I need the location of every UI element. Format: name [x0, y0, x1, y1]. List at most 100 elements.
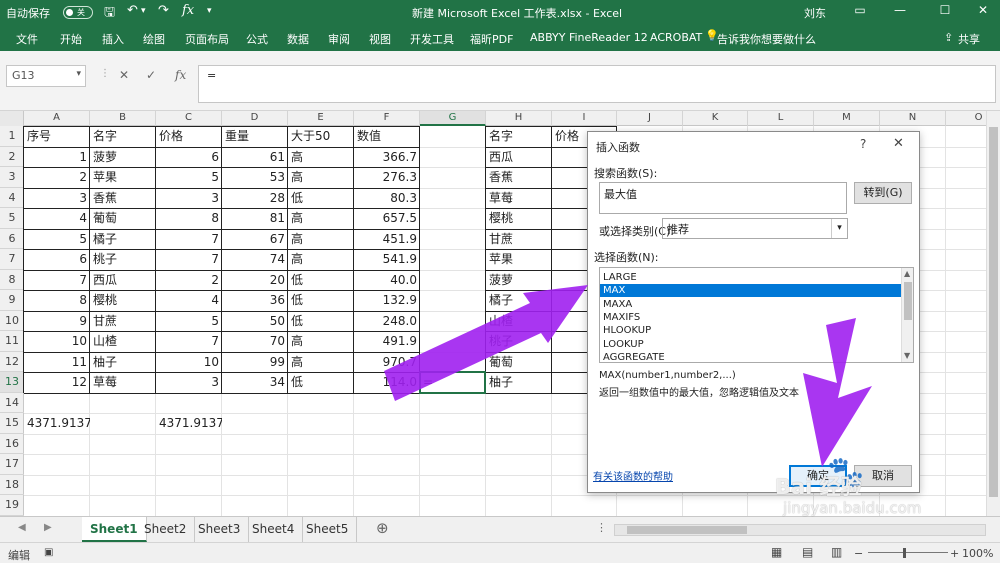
column-header-E[interactable]: E	[288, 111, 354, 126]
zoom-out-icon[interactable]: −	[854, 547, 863, 560]
table-cell[interactable]: 低	[288, 372, 354, 392]
tab-2[interactable]: 插入	[102, 31, 124, 47]
table-cell[interactable]: 香蕉	[486, 167, 552, 187]
confirm-entry-icon[interactable]: ✓	[146, 68, 156, 82]
table-cell[interactable]: 橘子	[90, 229, 156, 249]
table-cell[interactable]: 1	[24, 147, 90, 167]
column-header-L[interactable]: L	[748, 111, 814, 126]
cell-c15[interactable]: 4371.9137	[156, 413, 222, 433]
table-cell[interactable]: 草莓	[90, 372, 156, 392]
table-cell[interactable]: 桃子	[486, 331, 552, 351]
table-cell[interactable]: 苹果	[90, 167, 156, 187]
insert-function-button[interactable]: fx	[175, 68, 186, 82]
table-cell[interactable]: 高	[288, 352, 354, 372]
user-name[interactable]: 刘东	[804, 5, 826, 21]
table-cell[interactable]: 低	[288, 290, 354, 310]
table-cell[interactable]: 67	[222, 229, 288, 249]
table-cell[interactable]: 657.5	[354, 208, 420, 228]
ribbon-options-icon[interactable]: ▭	[845, 3, 875, 17]
chevron-down-icon[interactable]: ▾	[76, 69, 81, 79]
tab-13[interactable]: 告诉我你想要做什么	[717, 31, 816, 47]
table-cell[interactable]: 低	[288, 188, 354, 208]
row-header-12[interactable]: 12	[0, 352, 24, 372]
column-header-H[interactable]: H	[486, 111, 552, 126]
tab-11[interactable]: ABBYY FineReader 12	[530, 31, 648, 44]
chevron-down-icon[interactable]: ▾	[831, 219, 847, 238]
table-cell[interactable]: 高	[288, 167, 354, 187]
table-cell[interactable]: 高	[288, 208, 354, 228]
table-cell[interactable]: 葡萄	[90, 208, 156, 228]
table-cell[interactable]: 3	[156, 372, 222, 392]
table-cell[interactable]: 541.9	[354, 249, 420, 269]
column-header-D[interactable]: D	[222, 111, 288, 126]
tab-0[interactable]: 文件	[16, 31, 38, 47]
function-item-max[interactable]: MAX	[600, 284, 902, 298]
table-cell[interactable]: 970.7	[354, 352, 420, 372]
column-header-M[interactable]: M	[814, 111, 880, 126]
category-select[interactable]: 推荐 ▾	[662, 218, 848, 239]
table-cell[interactable]: 8	[24, 290, 90, 310]
scroll-down-icon[interactable]: ▼	[904, 351, 910, 360]
customize-qat-icon[interactable]: ▾	[207, 6, 212, 16]
share-button[interactable]: 共享	[958, 31, 980, 47]
row-header-2[interactable]: 2	[0, 147, 24, 167]
row-header-4[interactable]: 4	[0, 188, 24, 208]
sheet-tab-sheet3[interactable]: Sheet3	[190, 517, 250, 542]
normal-view-icon[interactable]: ▦	[771, 545, 782, 559]
header-cell[interactable]: 数值	[354, 126, 420, 146]
row-header-11[interactable]: 11	[0, 331, 24, 352]
column-header-I[interactable]: I	[552, 111, 617, 126]
table-cell[interactable]: 6	[156, 147, 222, 167]
header-cell[interactable]: 名字	[486, 126, 552, 146]
horizontal-scroll-thumb[interactable]	[627, 526, 747, 534]
function-list-scroll-thumb[interactable]	[904, 282, 912, 320]
table-cell[interactable]: 8	[156, 208, 222, 228]
column-header-O[interactable]: O	[946, 111, 986, 126]
table-cell[interactable]: 132.9	[354, 290, 420, 310]
header-cell[interactable]: 名字	[90, 126, 156, 146]
table-cell[interactable]: 3	[156, 188, 222, 208]
table-cell[interactable]: 3	[24, 188, 90, 208]
cancel-entry-icon[interactable]: ✕	[119, 68, 129, 82]
table-cell[interactable]: 491.9	[354, 331, 420, 351]
table-cell[interactable]: 7	[156, 249, 222, 269]
table-cell[interactable]: 柚子	[90, 352, 156, 372]
row-header-3[interactable]: 3	[0, 167, 24, 188]
row-header-16[interactable]: 16	[0, 434, 24, 454]
function-item-hlookup[interactable]: HLOOKUP	[600, 324, 902, 337]
table-cell[interactable]: 西瓜	[486, 147, 552, 167]
row-header-18[interactable]: 18	[0, 475, 24, 495]
table-cell[interactable]: 4	[156, 290, 222, 310]
function-list[interactable]: LARGE MAX MAXA MAXIFS HLOOKUP LOOKUP AGGREGATE…	[599, 267, 914, 363]
page-layout-view-icon[interactable]: ▤	[802, 545, 813, 559]
cancel-button[interactable]: 取消	[854, 465, 912, 487]
table-cell[interactable]: 7	[156, 331, 222, 351]
table-cell[interactable]: 橘子	[486, 290, 552, 310]
sheet-tab-sheet4[interactable]: Sheet4	[244, 517, 304, 542]
table-cell[interactable]: 樱桃	[90, 290, 156, 310]
table-cell[interactable]: 74	[222, 249, 288, 269]
column-header-K[interactable]: K	[683, 111, 748, 126]
table-cell[interactable]: 12	[24, 372, 90, 392]
row-header-17[interactable]: 17	[0, 454, 24, 475]
column-header-A[interactable]: A	[24, 111, 90, 126]
table-cell[interactable]: 28	[222, 188, 288, 208]
zoom-level[interactable]: 100%	[962, 547, 993, 560]
header-cell[interactable]: 重量	[222, 126, 288, 146]
table-cell[interactable]: 6	[24, 249, 90, 269]
column-header-B[interactable]: B	[90, 111, 156, 126]
table-cell[interactable]: 7	[24, 270, 90, 290]
function-item-maxifs[interactable]: MAXIFS	[600, 311, 902, 324]
column-header-C[interactable]: C	[156, 111, 222, 126]
tab-10[interactable]: 福昕PDF	[470, 31, 513, 47]
table-cell[interactable]: 甘蔗	[486, 229, 552, 249]
table-cell[interactable]: 366.7	[354, 147, 420, 167]
table-cell[interactable]: 山楂	[90, 331, 156, 351]
tab-4[interactable]: 页面布局	[185, 31, 229, 47]
row-header-13[interactable]: 13	[0, 372, 24, 393]
header-cell[interactable]: 序号	[24, 126, 90, 146]
table-cell[interactable]: 苹果	[486, 249, 552, 269]
row-header-1[interactable]: 1	[0, 126, 24, 147]
table-cell[interactable]: 50	[222, 311, 288, 331]
sheet-tab-sheet2[interactable]: Sheet2	[136, 517, 196, 542]
